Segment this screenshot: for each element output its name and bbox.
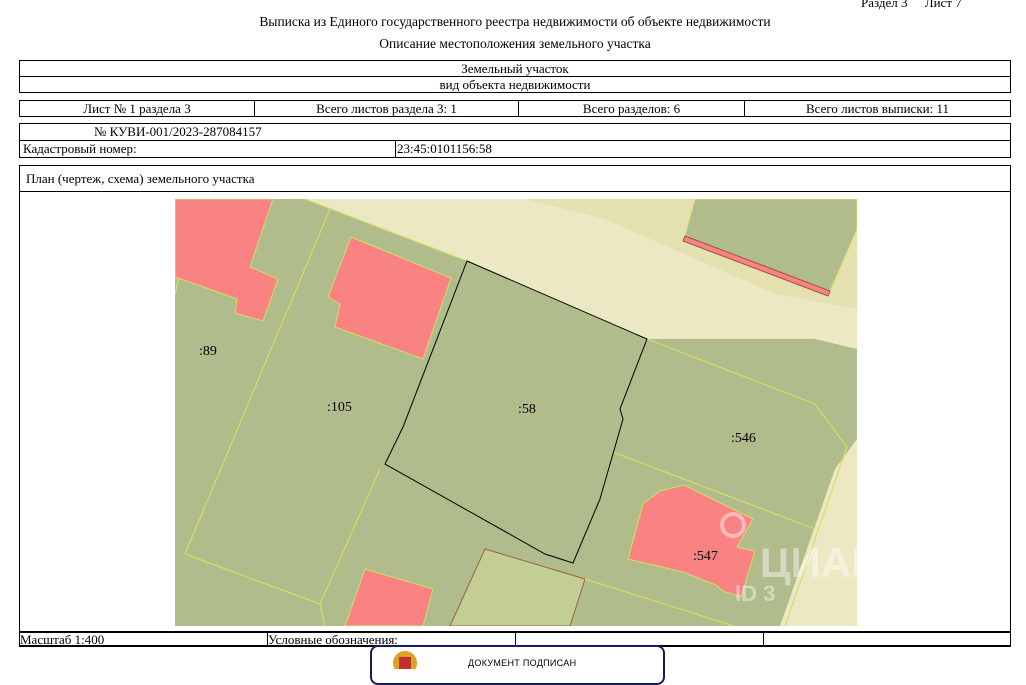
- cadastral-label: Кадастровый номер:: [19, 140, 396, 158]
- object-kind-caption: вид объекта недвижимости: [19, 76, 1011, 93]
- section-number: Раздел 3: [861, 0, 908, 10]
- document-subtitle: Описание местоположения земельного участ…: [379, 36, 651, 51]
- coat-of-arms-icon: [393, 651, 417, 669]
- plan-caption: План (чертеж, схема) земельного участка: [20, 166, 1010, 192]
- parcel-label-89: :89: [199, 344, 217, 359]
- total-sheets-extract: Всего листов выписки: 11: [744, 100, 1011, 117]
- signature-stamp: ДОКУМЕНТ ПОДПИСАН: [370, 645, 665, 685]
- parcel-label-105: :105: [327, 400, 352, 415]
- object-name: Земельный участок: [19, 60, 1011, 77]
- sheet-of-section: Лист № 1 раздела 3: [19, 100, 255, 117]
- request-number: № КУВИ-001/2023-287084157: [19, 123, 1011, 141]
- document-title: Выписка из Единого государственного реес…: [259, 14, 771, 29]
- watermark-id: ID 3: [735, 581, 775, 606]
- parcel-label-58: :58: [518, 402, 536, 417]
- total-sheets-section: Всего листов раздела 3: 1: [254, 100, 519, 117]
- scale: Масштаб 1:400: [19, 631, 268, 647]
- plan-map: :89 :105 :58 :546 :547 ЦИАН ID 3: [175, 199, 857, 626]
- stamp-text: ДОКУМЕНТ ПОДПИСАН: [468, 658, 577, 668]
- parcel-label-546: :546: [731, 431, 756, 446]
- watermark-text: ЦИАН: [760, 539, 857, 586]
- total-sections: Всего разделов: 6: [518, 100, 745, 117]
- parcel-label-547: :547: [693, 549, 718, 564]
- page-header-section: Раздел 3 Лист 7: [861, 0, 976, 11]
- sheet-number: Лист 7: [924, 0, 962, 10]
- legend-cell-2: [763, 631, 1011, 647]
- cadastral-number: 23:45:0101156:58: [395, 140, 1011, 158]
